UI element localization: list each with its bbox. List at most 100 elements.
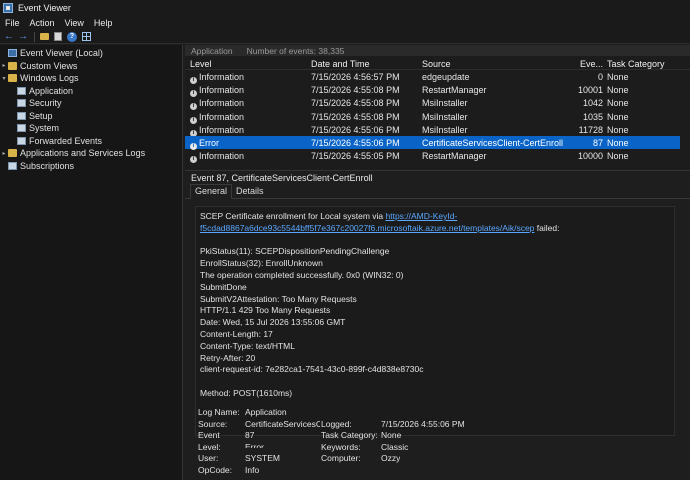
- detail-tabs: General Details: [185, 184, 690, 199]
- cell-level: i Information: [190, 85, 308, 98]
- cell-event-id: 1042: [582, 98, 603, 109]
- folder-icon: [8, 149, 17, 158]
- table-row[interactable]: i Information 7/15/2026 4:55:05 PM RestartM…: [185, 149, 690, 164]
- cell-source: MsiInstaller: [422, 111, 468, 122]
- log-icon: [17, 124, 26, 133]
- cell-level: i Information: [190, 112, 308, 124]
- table-row[interactable]: i Information 7/15/2026 4:55:08 PM RestartM…: [185, 83, 690, 98]
- event-id-label: Event: [198, 430, 220, 441]
- tree-item-label: Setup: [29, 110, 53, 121]
- chevron-down-icon[interactable]: ▾: [0, 75, 8, 82]
- log-name-value: Application: [245, 407, 287, 417]
- event-viewer-app-icon: [3, 3, 13, 13]
- cell-date: 7/15/2026 4:55:05 PM: [311, 151, 400, 162]
- column-task[interactable]: Task Category: [607, 59, 667, 69]
- tree-item-windows-logs[interactable]: ▾ Windows Logs: [0, 72, 182, 85]
- description-line: Content-Type: text/HTML: [200, 340, 295, 351]
- menu-action[interactable]: Action: [25, 18, 60, 28]
- cell-level: i Information: [190, 98, 308, 111]
- folder-icon[interactable]: [38, 31, 50, 43]
- description-line: Date: Wed, 15 Jul 2026 13:55:06 GMT: [200, 317, 346, 328]
- tree-item-application[interactable]: Application: [0, 85, 182, 98]
- cell-event-id: 0: [597, 72, 603, 82]
- description-line: HTTP/1.1 429 Too Many Requests: [200, 305, 331, 316]
- cell-task: None: [607, 72, 629, 82]
- column-event-id[interactable]: Eve...: [575, 59, 603, 69]
- subscription-icon: [8, 161, 17, 170]
- event-list-pane: Application Number of events: 38,335 Lev…: [185, 45, 690, 169]
- tree-item-forwarded-events[interactable]: Forwarded Events: [0, 135, 182, 148]
- tree-item-custom-views[interactable]: ▸ Custom Views: [0, 60, 182, 73]
- chevron-right-icon[interactable]: ▸: [0, 62, 8, 69]
- opcode-label: OpCode:: [198, 464, 233, 475]
- tree-item-setup[interactable]: Setup: [0, 110, 182, 123]
- log-icon: [17, 99, 26, 108]
- log-name: Application: [191, 45, 233, 56]
- menu-view[interactable]: View: [60, 18, 89, 28]
- back-arrow-icon[interactable]: ←: [3, 31, 15, 43]
- grid-icon[interactable]: [80, 31, 92, 43]
- description-line: SCEP Certificate enrollment for Local sy…: [200, 211, 670, 223]
- tree-item-root[interactable]: Event Viewer (Local): [0, 47, 182, 60]
- event-detail-pane: Event 87, CertificateServicesClient-Cert…: [185, 170, 690, 480]
- cell-date: 7/15/2026 4:55:06 PM: [311, 124, 400, 135]
- task-category-label: Task Category:: [321, 430, 378, 441]
- menu-help[interactable]: Help: [89, 18, 118, 28]
- log-icon: [17, 86, 26, 95]
- scep-url-link[interactable]: https://AMD-KeyId-: [386, 211, 458, 221]
- description-line: [200, 376, 670, 388]
- table-row[interactable]: i Information 7/15/2026 4:55:08 PM MsiInsta…: [185, 96, 690, 111]
- tree-item-subscriptions[interactable]: Subscriptions: [0, 160, 182, 173]
- cell-date: 7/15/2026 4:55:08 PM: [311, 98, 400, 109]
- user-label: User:: [198, 453, 219, 464]
- column-level[interactable]: Level: [190, 59, 308, 69]
- table-row[interactable]: i Information 7/15/2026 4:55:06 PM MsiInsta…: [185, 123, 690, 137]
- cell-task: None: [607, 137, 629, 148]
- menu-file[interactable]: File: [0, 18, 25, 28]
- level-text: Information: [199, 85, 245, 96]
- opcode-value: Info: [245, 464, 260, 475]
- cell-source: edgeupdate: [422, 72, 470, 82]
- column-headers: Level Date and Time Source Eve... Task C…: [185, 56, 690, 70]
- toolbar-separator: [34, 31, 35, 42]
- tree-item-security[interactable]: Security: [0, 97, 182, 110]
- table-row[interactable]: i Information 7/15/2026 4:55:08 PM MsiInsta…: [185, 110, 690, 124]
- scep-url-link-cont[interactable]: f5cdad8867a6dce93c5544bff5f7e367c20027f6…: [200, 223, 534, 233]
- tree-item-label: Application: [29, 85, 74, 96]
- keywords-label: Keywords:: [321, 441, 361, 452]
- cell-date: 7/15/2026 4:55:08 PM: [311, 85, 400, 96]
- description-line: The operation completed successfully. 0x…: [200, 269, 404, 280]
- tree-item-label: Applications and Services Logs: [20, 148, 146, 159]
- description-line: [200, 235, 670, 247]
- tree-item-system[interactable]: System: [0, 122, 182, 135]
- column-source[interactable]: Source: [422, 59, 574, 69]
- table-row[interactable]: i Error 7/15/2026 4:55:06 PM CertificateSer…: [185, 135, 690, 150]
- vertical-scrollbar[interactable]: [680, 70, 690, 169]
- event-count: Number of events: 38,335: [246, 45, 345, 56]
- properties-icon[interactable]: [52, 31, 64, 43]
- level-text: Information: [199, 111, 245, 122]
- title-bar: Event Viewer: [0, 0, 690, 16]
- tree-item-label: Windows Logs: [20, 73, 79, 84]
- tab-general[interactable]: General: [190, 184, 233, 199]
- level-text: Information: [199, 124, 245, 135]
- cell-date: 7/15/2026 4:55:06 PM: [311, 137, 400, 148]
- tab-details[interactable]: Details: [232, 185, 268, 198]
- column-date[interactable]: Date and Time: [311, 59, 421, 69]
- menu-bar: File Action View Help: [0, 16, 690, 30]
- chevron-right-icon[interactable]: ▸: [0, 150, 8, 157]
- forward-arrow-icon[interactable]: →: [17, 31, 29, 43]
- cell-event-id: 11728: [578, 124, 603, 135]
- table-row[interactable]: i Information 7/15/2026 4:56:57 PM edgeupda…: [185, 70, 690, 84]
- level-text: Information: [199, 98, 245, 109]
- log-name-label: Log Name:: [198, 407, 240, 417]
- description-text: SCEP Certificate enrollment for Local sy…: [200, 211, 386, 221]
- description-line: SubmitV2Attestation: Too Many Requests: [200, 293, 357, 304]
- log-icon: [17, 111, 26, 120]
- task-category-value: None: [381, 430, 402, 441]
- logged-value: 7/15/2026 4:55:06 PM: [381, 418, 465, 429]
- description-body: PkiStatus(11): SCEPDispositionPendingCha…: [200, 235, 670, 400]
- tree-item-apps-services[interactable]: ▸ Applications and Services Logs: [0, 147, 182, 160]
- tree-item-label: Security: [29, 98, 62, 109]
- help-icon[interactable]: ?: [66, 31, 78, 43]
